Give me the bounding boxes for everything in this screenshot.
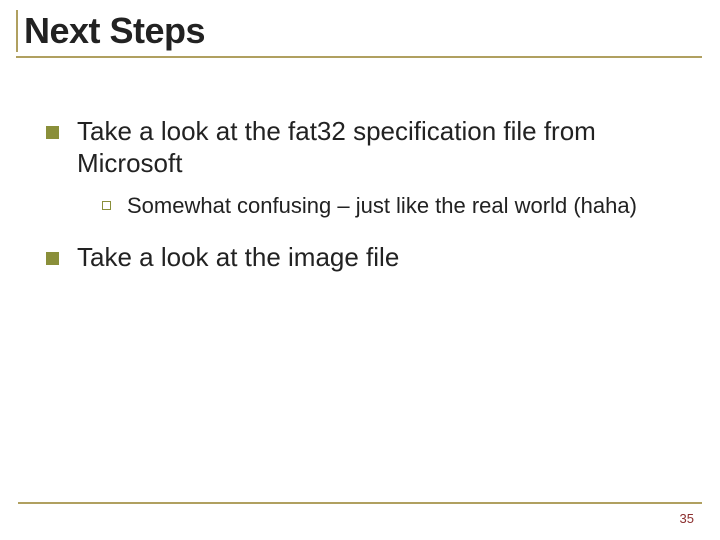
bullet-item: Take a look at the fat32 specification f… [46,116,682,179]
footer-rule [18,502,702,504]
hollow-square-bullet-icon [102,201,111,210]
square-bullet-icon [46,252,59,265]
sub-bullet-text: Somewhat confusing – just like the real … [127,193,637,220]
slide-title: Next Steps [24,10,702,52]
title-accent: Next Steps [16,10,702,52]
square-bullet-icon [46,126,59,139]
title-rule: Next Steps [16,10,702,58]
slide: Next Steps Take a look at the fat32 spec… [0,0,720,540]
sub-bullet-item: Somewhat confusing – just like the real … [102,193,682,220]
bullet-item: Take a look at the image file [46,242,682,274]
slide-body: Take a look at the fat32 specification f… [18,58,702,274]
bullet-text: Take a look at the fat32 specification f… [77,116,682,179]
page-number: 35 [680,511,694,526]
bullet-text: Take a look at the image file [77,242,399,274]
